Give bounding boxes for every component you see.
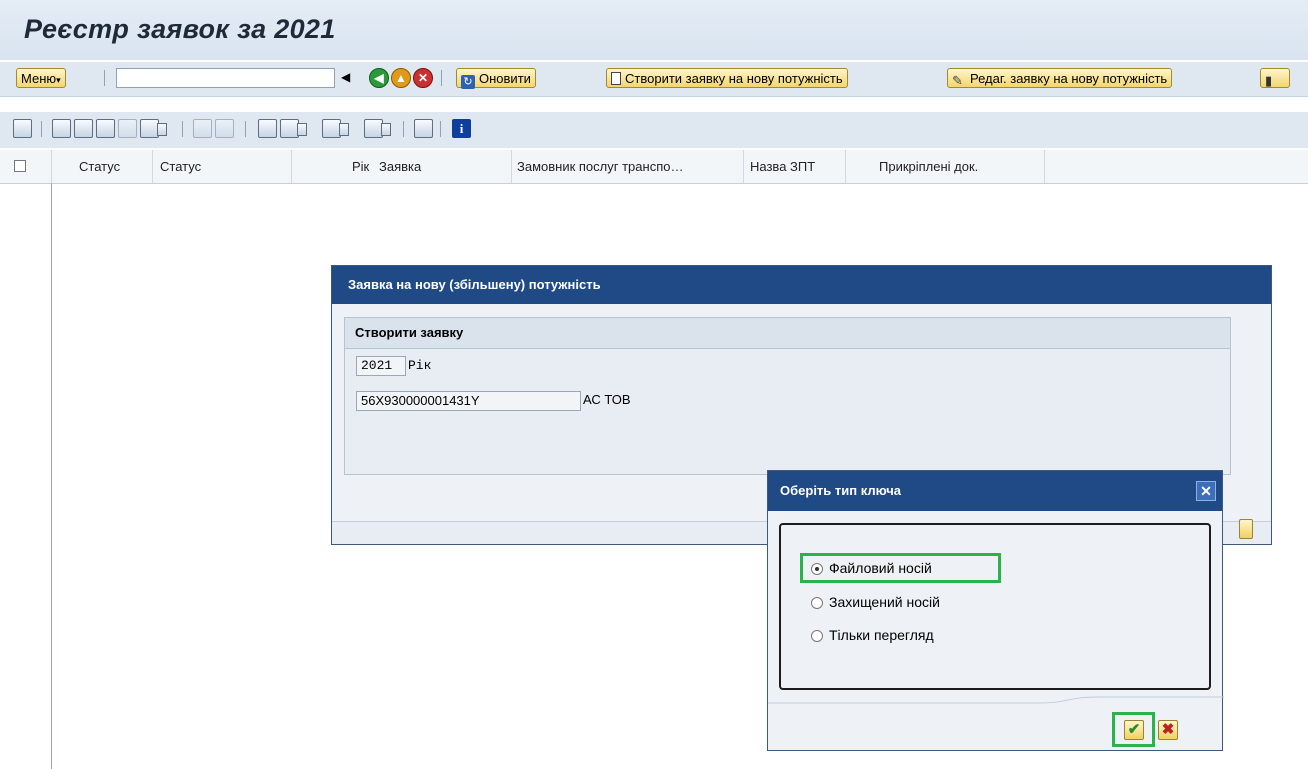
layout-icon[interactable] (364, 119, 391, 138)
column-header-customer[interactable]: Замовник послуг транспо… (517, 159, 683, 174)
views-icon[interactable] (280, 119, 307, 138)
menu-label: Меню (21, 71, 57, 86)
refresh-icon: ↻ (461, 75, 475, 89)
refresh-label: Оновити (479, 71, 531, 86)
key-type-dialog: Оберіть тип ключа ✕ Файловий носій Захищ… (767, 470, 1224, 751)
info-icon[interactable]: i (452, 119, 471, 138)
row-selector-bar (51, 183, 52, 769)
grid-header: Статус Статус Рік Заявка Замовник послуг… (0, 150, 1308, 184)
toolbar-separator (245, 121, 246, 137)
chevron-down-icon: ▾ (56, 75, 61, 85)
toolbar-separator (41, 121, 42, 137)
create-request-group: Створити заявку 2021 Рік 56X930000001431… (344, 317, 1231, 475)
menu-button[interactable]: Меню▾ (16, 68, 66, 88)
option-view-only[interactable]: Тільки перегляд (811, 625, 934, 645)
option-label: Файловий носій (829, 560, 932, 576)
group-title: Створити заявку (345, 318, 1230, 349)
trash-icon: ▮ (1265, 73, 1273, 88)
column-header-zpt-name[interactable]: Назва ЗПТ (750, 159, 815, 174)
exit-icon[interactable]: ▲ (391, 68, 411, 88)
column-separator (511, 150, 512, 183)
filter-icon[interactable] (140, 119, 167, 138)
year-field[interactable]: 2021 (356, 356, 406, 376)
radio-icon[interactable] (811, 630, 823, 642)
cancel-x-icon[interactable]: ✖ (1158, 720, 1178, 740)
column-header-status-1[interactable]: Статус (79, 159, 120, 174)
column-header-attachments[interactable]: Прикріплені док. (879, 159, 978, 174)
key-type-dialog-title: Оберіть тип ключа ✕ (768, 471, 1222, 511)
print-preview-icon[interactable] (258, 119, 277, 138)
column-separator (51, 150, 52, 183)
back-icon[interactable]: ◀ (369, 68, 389, 88)
application-toolbar: Меню▾ ◀ ◀ ▲ ✕ ↻ Оновити Створити заявку н… (0, 62, 1308, 97)
request-dialog-title: Заявка на нову (збільшену) потужність (332, 266, 1271, 304)
confirm-check-icon[interactable]: ✔ (1124, 720, 1144, 740)
column-header-status-2[interactable]: Статус (160, 159, 201, 174)
graphic-icon[interactable] (414, 119, 433, 138)
footer-curve (768, 696, 1224, 704)
column-separator (1044, 150, 1045, 183)
delete-button[interactable]: ▮ (1260, 68, 1290, 88)
edit-request-button[interactable]: ✎ Редаг. заявку на нову потужність (947, 68, 1173, 88)
pencil-icon: ✎ (952, 73, 963, 88)
find-icon[interactable] (96, 119, 115, 138)
eic-code-field[interactable]: 56X930000001431Y (356, 391, 581, 411)
column-separator (743, 150, 744, 183)
toolbar-separator (441, 70, 442, 86)
create-request-label: Створити заявку на нову потужність (625, 71, 843, 86)
sort-descending-icon[interactable] (74, 119, 93, 138)
column-separator (152, 150, 153, 183)
command-field[interactable] (116, 68, 335, 88)
toolbar-separator (440, 121, 441, 137)
option-label: Захищений носій (829, 594, 940, 610)
details-icon[interactable] (13, 119, 32, 138)
column-header-year[interactable]: Рік (352, 159, 369, 174)
select-all-icon[interactable] (14, 160, 26, 172)
collapse-arrow-icon[interactable]: ◀ (341, 70, 350, 84)
sum-icon (193, 119, 212, 138)
radio-selected-icon[interactable] (811, 563, 823, 575)
key-type-title-text: Оберіть тип ключа (780, 483, 902, 498)
export-icon[interactable] (322, 119, 349, 138)
page-title: Реєстр заявок за 2021 (24, 14, 336, 44)
column-separator (291, 150, 292, 183)
column-separator (845, 150, 846, 183)
toolbar-separator (182, 121, 183, 137)
option-file-storage[interactable]: Файловий носій (811, 558, 932, 578)
find-next-icon (118, 119, 137, 138)
create-request-button[interactable]: Створити заявку на нову потужність (606, 68, 848, 88)
option-label: Тільки перегляд (829, 627, 934, 643)
title-area: Реєстр заявок за 2021 (0, 0, 1308, 60)
radio-icon[interactable] (811, 597, 823, 609)
toolbar-separator (104, 70, 105, 86)
edit-request-label: Редаг. заявку на нову потужність (970, 71, 1168, 86)
column-header-request[interactable]: Заявка (379, 159, 421, 174)
option-protected-storage[interactable]: Захищений носій (811, 592, 940, 612)
close-icon[interactable]: ✕ (1196, 481, 1216, 501)
cancel-icon[interactable]: ✕ (413, 68, 433, 88)
new-document-icon (611, 72, 621, 85)
sort-ascending-icon[interactable] (52, 119, 71, 138)
key-type-options: Файловий носій Захищений носій Тільки пе… (779, 523, 1211, 690)
refresh-button[interactable]: ↻ Оновити (456, 68, 536, 89)
dialog-action-icon[interactable] (1239, 519, 1253, 539)
company-name: АС ТОВ (583, 392, 631, 407)
toolbar-separator (403, 121, 404, 137)
grid-toolbar: i (0, 112, 1308, 148)
subtotal-icon (215, 119, 234, 138)
year-label: Рік (408, 358, 432, 373)
